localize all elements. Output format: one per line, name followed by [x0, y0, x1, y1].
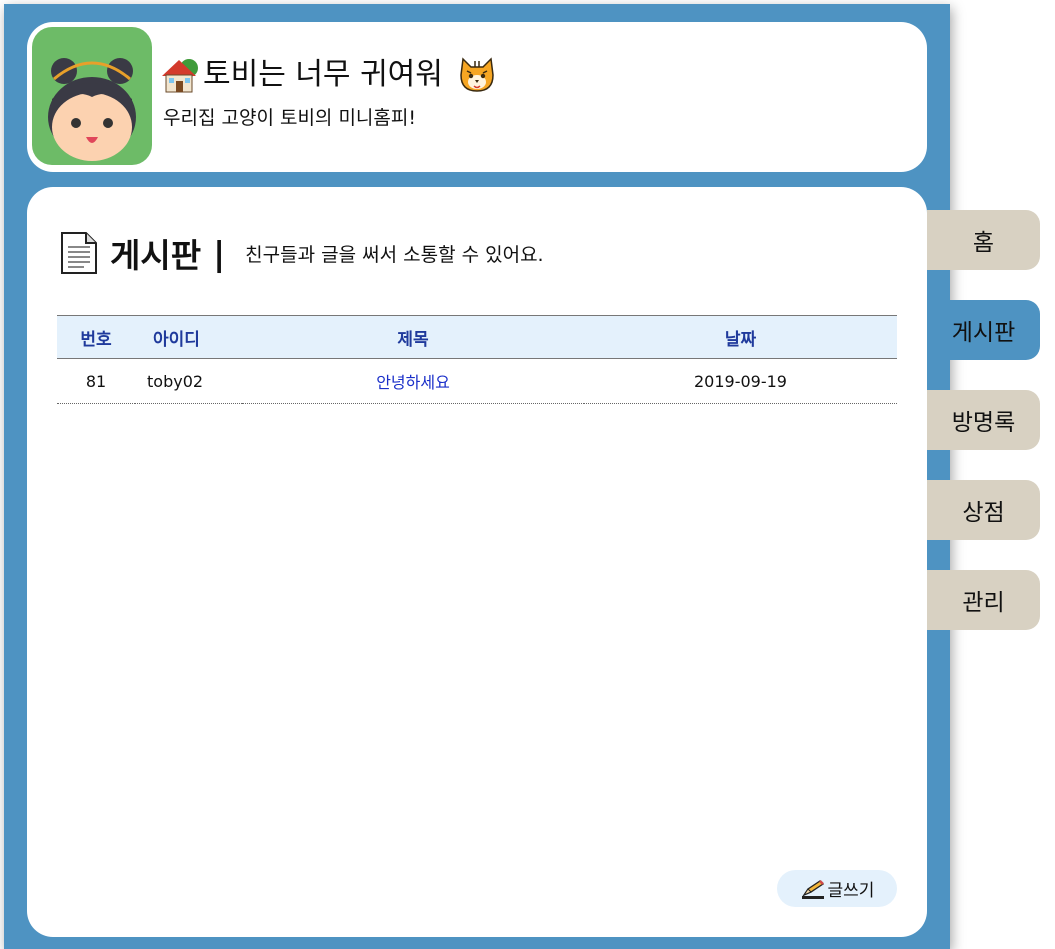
board-title-separator: |	[213, 233, 226, 273]
tab-label: 상점	[962, 500, 1005, 526]
tab-guestbook[interactable]: 방명록	[927, 390, 1040, 450]
cat-face-icon	[460, 57, 494, 92]
site-subtitle: 우리집 고양이 토비의 미니홈피!	[163, 107, 416, 129]
tab-label: 방명록	[951, 410, 1016, 436]
girl-face-icon	[48, 58, 136, 161]
document-icon	[61, 232, 97, 274]
tab-admin[interactable]: 관리	[927, 570, 1040, 630]
board-table-header: 번호 아이디 제목 날짜	[57, 315, 897, 359]
board-description: 친구들과 글을 써서 소통할 수 있어요.	[245, 243, 544, 266]
post-title-link[interactable]: 안녕하세요	[242, 358, 584, 404]
profile-header: 토비는 너무 귀여워 우리집 고양이 토비의 미니홈피!	[27, 22, 927, 172]
board-header: 게시판 | 친구들과 글을 써서 소통할 수 있어요.	[60, 229, 544, 277]
tab-label: 관리	[962, 590, 1005, 616]
board-table: 번호 아이디 제목 날짜 81 toby02 안녕하세요 2019-09-19	[57, 315, 897, 404]
write-post-button[interactable]: 글쓰기	[777, 870, 897, 907]
column-header-id: 아이디	[135, 315, 242, 359]
avatar	[32, 27, 152, 165]
tab-shop[interactable]: 상점	[927, 480, 1040, 540]
post-date: 2019-09-19	[584, 358, 897, 404]
site-title-text: 토비는 너무 귀여워	[203, 57, 443, 92]
tab-label: 게시판	[951, 320, 1016, 346]
column-header-number: 번호	[57, 315, 135, 359]
post-author-id: toby02	[135, 358, 242, 404]
tab-board[interactable]: 게시판	[927, 300, 1040, 360]
pencil-writing-icon	[801, 879, 824, 899]
tab-home[interactable]: 홈	[927, 210, 1040, 270]
column-header-date: 날짜	[584, 315, 897, 359]
post-number: 81	[57, 358, 135, 404]
board-title: 게시판	[110, 236, 202, 275]
column-header-title: 제목	[242, 315, 584, 359]
board-panel: 게시판 | 친구들과 글을 써서 소통할 수 있어요. 번호 아이디 제목 날짜…	[27, 187, 927, 937]
table-row[interactable]: 81 toby02 안녕하세요 2019-09-19	[57, 358, 897, 404]
tab-label: 홈	[972, 230, 995, 256]
house-icon	[162, 59, 198, 93]
site-title: 토비는 너무 귀여워	[159, 54, 497, 96]
write-post-label: 글쓰기	[827, 881, 875, 901]
